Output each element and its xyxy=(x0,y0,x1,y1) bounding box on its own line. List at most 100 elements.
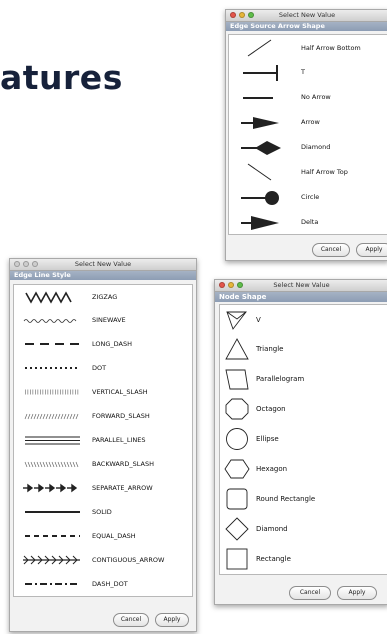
round-rectangle-shape-icon xyxy=(226,488,248,510)
line-style-dialog: Select New Value Edge Line Style ZIGZAG … xyxy=(9,258,197,632)
node-shape-label: Rectangle xyxy=(256,555,291,563)
line-style-item[interactable]: DOT xyxy=(13,356,193,381)
line-style-item[interactable]: EQUAL_DASH xyxy=(13,524,193,549)
arrow-shape-label: Diamond xyxy=(301,143,331,151)
line-style-label: DOT xyxy=(92,364,107,372)
arrow-shape-item[interactable]: Half Arrow Bottom xyxy=(228,34,387,60)
line-style-item[interactable]: VERTICAL_SLASH xyxy=(13,380,193,405)
node-shape-label: Octagon xyxy=(256,405,286,413)
node-dialog-header: Node Shape xyxy=(215,292,387,302)
node-shape-label: Diamond xyxy=(256,525,288,533)
parallel-lines-icon xyxy=(25,436,80,445)
node-shape-item[interactable]: Rectangle xyxy=(219,544,387,575)
t-arrow-icon xyxy=(243,65,278,81)
cancel-button[interactable]: Cancel xyxy=(312,243,350,257)
apply-button[interactable]: Apply xyxy=(337,586,377,600)
hexagon-shape-icon xyxy=(224,459,250,479)
arrow-shape-label: Half Arrow Bottom xyxy=(301,44,361,52)
sinewave-line-icon xyxy=(23,319,77,323)
line-style-item[interactable]: ZIGZAG xyxy=(13,284,193,309)
arrow-shape-label: Arrow xyxy=(301,118,320,126)
v-shape-icon xyxy=(226,311,247,330)
node-shape-label: Hexagon xyxy=(256,465,288,473)
node-shape-item[interactable]: Hexagon xyxy=(219,454,387,485)
line-style-item[interactable]: DASH_DOT xyxy=(13,572,193,597)
cancel-button[interactable]: Cancel xyxy=(113,613,149,627)
line-style-item[interactable]: SEPARATE_ARROW xyxy=(13,476,193,501)
arrow-shape-item[interactable]: Half Arrow Top xyxy=(228,159,387,185)
line-style-list: ZIGZAG SINEWAVE LONG_DASH DOT VERTICAL_S… xyxy=(13,284,193,608)
arrow-icon xyxy=(241,117,279,129)
dot-line-icon xyxy=(25,367,80,369)
window-title: Select New Value xyxy=(74,260,132,268)
line-style-item[interactable]: SOLID xyxy=(13,500,193,525)
line-style-label: CONTIGUOUS_ARROW xyxy=(92,556,165,564)
line-style-label: SOLID xyxy=(92,508,112,516)
line-style-item[interactable]: BACKWARD_SLASH xyxy=(13,452,193,477)
line-style-item[interactable]: SINEWAVE xyxy=(13,308,193,333)
arrow-shape-label: Half Arrow Top xyxy=(301,168,348,176)
half-arrow-bottom-icon xyxy=(247,39,272,57)
line-style-label: FORWARD_SLASH xyxy=(92,412,150,420)
node-shape-item[interactable]: V xyxy=(219,304,387,335)
window-title: Select New Value xyxy=(278,11,336,19)
node-shape-label: Parallelogram xyxy=(256,375,305,383)
half-arrow-top-icon xyxy=(247,163,272,181)
node-shape-item[interactable]: Parallelogram xyxy=(219,364,387,395)
node-shape-item[interactable]: Round Rectangle xyxy=(219,484,387,515)
arrow-shape-item[interactable]: Delta xyxy=(228,209,387,235)
backward-slash-line-icon xyxy=(24,461,79,468)
node-shape-list: V Triangle Parallelogram Octagon Ellipse… xyxy=(219,304,387,582)
arrow-dialog-buttons: Cancel Apply xyxy=(312,243,387,257)
long-dash-line-icon xyxy=(25,343,79,345)
arrow-dialog-header: Edge Source Arrow Shape xyxy=(226,22,387,31)
node-dialog-titlebar: Select New Value xyxy=(215,280,387,292)
line-style-item[interactable]: LONG_DASH xyxy=(13,332,193,357)
line-style-label: EQUAL_DASH xyxy=(92,532,136,540)
node-shape-label: Triangle xyxy=(256,345,284,353)
vertical-slash-line-icon xyxy=(25,389,80,395)
line-style-label: DASH_DOT xyxy=(92,580,128,588)
ellipse-shape-icon xyxy=(226,428,248,450)
line-style-item[interactable]: PARALLEL_LINES xyxy=(13,428,193,453)
arrow-shape-label: Delta xyxy=(301,218,319,226)
node-shape-label: Ellipse xyxy=(256,435,279,443)
diamond-shape-icon xyxy=(225,517,249,541)
node-dialog-buttons: Cancel Apply xyxy=(289,586,377,600)
diamond-arrow-icon xyxy=(241,141,281,155)
arrow-shape-label: Circle xyxy=(301,193,320,201)
node-shape-item[interactable]: Triangle xyxy=(219,334,387,365)
forward-slash-line-icon xyxy=(24,413,79,420)
arrow-shape-item[interactable]: Circle xyxy=(228,184,387,210)
arrow-shape-item[interactable]: T xyxy=(228,59,387,85)
separate-arrow-line-icon xyxy=(23,483,78,493)
node-shape-label: V xyxy=(256,316,261,324)
line-style-item[interactable]: CONTIGUOUS_ARROW xyxy=(13,548,193,573)
apply-button[interactable]: Apply xyxy=(155,613,189,627)
arrow-shape-item[interactable]: Arrow xyxy=(228,109,387,135)
delta-arrow-icon xyxy=(241,216,279,230)
node-shape-label: Round Rectangle xyxy=(256,495,316,503)
octagon-shape-icon xyxy=(225,398,249,420)
line-style-item[interactable]: FORWARD_SLASH xyxy=(13,404,193,429)
node-shape-item[interactable]: Octagon xyxy=(219,394,387,425)
node-shape-dialog: Select New Value Node Shape V Triangle P… xyxy=(214,279,387,605)
line-style-label: BACKWARD_SLASH xyxy=(92,460,155,468)
apply-button[interactable]: Apply xyxy=(356,243,387,257)
arrow-shape-list: Half Arrow Bottom T No Arrow Arrow Diamo… xyxy=(228,34,387,236)
node-shape-item[interactable]: Ellipse xyxy=(219,424,387,455)
line-dialog-header: Edge Line Style xyxy=(10,271,196,280)
zigzag-line-icon xyxy=(25,291,72,304)
arrow-shape-item[interactable]: No Arrow xyxy=(228,84,387,110)
cancel-button[interactable]: Cancel xyxy=(289,586,331,600)
line-style-label: LONG_DASH xyxy=(92,340,133,348)
dash-dot-line-icon xyxy=(25,583,80,585)
slide-title: atures xyxy=(0,58,123,97)
contiguous-arrow-line-icon xyxy=(23,555,80,565)
line-style-label: VERTICAL_SLASH xyxy=(92,388,148,396)
line-style-label: SINEWAVE xyxy=(92,316,126,324)
arrow-shape-dialog: Select New Value Edge Source Arrow Shape… xyxy=(225,9,387,261)
node-shape-item[interactable]: Diamond xyxy=(219,514,387,545)
solid-line-icon xyxy=(25,511,80,513)
arrow-shape-item[interactable]: Diamond xyxy=(228,134,387,160)
